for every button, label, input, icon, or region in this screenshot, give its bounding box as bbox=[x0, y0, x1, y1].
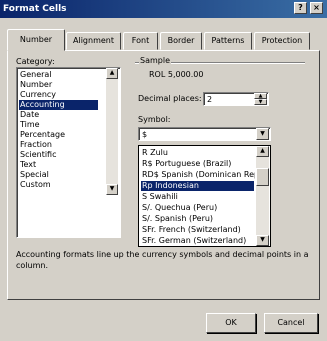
decimal-places-label: Decimal places: bbox=[138, 94, 202, 103]
tab-font-label: Font bbox=[131, 36, 150, 45]
tab-protection[interactable]: Protection bbox=[254, 32, 310, 50]
cancel-label: Cancel bbox=[277, 318, 305, 327]
list-item[interactable]: SFr. German (Switzerland) bbox=[141, 236, 246, 246]
tab-font[interactable]: Font bbox=[123, 32, 158, 50]
list-item[interactable]: General bbox=[19, 70, 52, 80]
help-button[interactable]: ? bbox=[294, 2, 307, 14]
tab-border-label: Border bbox=[167, 36, 195, 45]
scroll-thumb[interactable] bbox=[256, 168, 269, 186]
list-item[interactable]: Text bbox=[19, 160, 36, 170]
list-item[interactable]: Currency bbox=[19, 90, 56, 100]
format-cells-dialog: Format Cells ? × Number Alignment Font B… bbox=[0, 0, 327, 341]
tab-protection-label: Protection bbox=[261, 36, 303, 45]
symbol-label: Symbol: bbox=[138, 115, 171, 124]
list-item[interactable]: RD$ Spanish (Dominican Repub bbox=[141, 170, 255, 180]
close-icon: × bbox=[313, 3, 320, 12]
list-item[interactable]: Custom bbox=[19, 180, 51, 190]
format-description: Accounting formats line up the currency … bbox=[16, 250, 309, 270]
tab-number-label: Number bbox=[19, 35, 53, 44]
scroll-down-icon[interactable]: ▼ bbox=[106, 184, 118, 195]
list-item-selected[interactable]: Rp Indonesian bbox=[141, 181, 254, 191]
symbol-dropdown-list[interactable]: R Zulu R$ Portuguese (Brazil) RD$ Spanis… bbox=[138, 145, 271, 247]
list-item[interactable]: R Zulu bbox=[141, 148, 168, 158]
tab-alignment-label: Alignment bbox=[73, 36, 114, 45]
sample-label: Sample bbox=[139, 56, 171, 65]
decimal-places-input[interactable]: 2 ▲ ▼ bbox=[203, 92, 269, 106]
list-item[interactable]: R$ Portuguese (Brazil) bbox=[141, 159, 231, 169]
list-item[interactable]: Percentage bbox=[19, 130, 65, 140]
scroll-up-icon[interactable]: ▲ bbox=[256, 146, 269, 157]
list-item[interactable]: Fraction bbox=[19, 140, 52, 150]
tab-alignment[interactable]: Alignment bbox=[66, 32, 121, 50]
symbol-value: $ bbox=[142, 130, 148, 139]
window-title: Format Cells bbox=[3, 4, 67, 14]
symbol-select[interactable]: $ ▼ bbox=[138, 127, 271, 141]
list-item[interactable]: Special bbox=[19, 170, 49, 180]
close-button[interactable]: × bbox=[310, 2, 323, 14]
tab-number[interactable]: Number bbox=[7, 29, 65, 51]
category-label: Category: bbox=[16, 57, 55, 66]
scroll-up-icon[interactable]: ▲ bbox=[106, 68, 118, 79]
symbol-scrollbar[interactable]: ▲ ▼ bbox=[256, 146, 269, 246]
category-scrollbar[interactable]: ▲ ▼ bbox=[106, 68, 118, 195]
sample-value: ROL 5,000.00 bbox=[149, 70, 204, 79]
list-item[interactable]: Number bbox=[19, 80, 52, 90]
help-icon: ? bbox=[298, 3, 303, 12]
tab-patterns-label: Patterns bbox=[211, 36, 245, 45]
list-item[interactable]: S/. Quechua (Peru) bbox=[141, 203, 217, 213]
category-list[interactable]: General Number Currency Accounting Date … bbox=[16, 67, 121, 238]
title-bar: Format Cells bbox=[0, 0, 327, 18]
list-item[interactable]: Scientific bbox=[19, 150, 57, 160]
cancel-button[interactable]: Cancel bbox=[264, 313, 318, 333]
tab-patterns[interactable]: Patterns bbox=[204, 32, 252, 50]
ok-label: OK bbox=[225, 318, 237, 327]
list-item-selected[interactable]: Accounting bbox=[19, 100, 98, 110]
list-item[interactable]: S Swahili bbox=[141, 192, 178, 202]
decimal-places-value: 2 bbox=[207, 95, 213, 104]
chevron-down-icon[interactable]: ▼ bbox=[256, 128, 269, 140]
tab-border[interactable]: Border bbox=[160, 32, 202, 50]
list-item[interactable]: S/. Spanish (Peru) bbox=[141, 214, 213, 224]
scroll-down-icon[interactable]: ▼ bbox=[256, 235, 269, 246]
ok-button[interactable]: OK bbox=[206, 313, 256, 333]
list-item[interactable]: SFr. French (Switzerland) bbox=[141, 225, 241, 235]
list-item[interactable]: Time bbox=[19, 120, 40, 130]
spin-down-icon[interactable]: ▼ bbox=[254, 99, 267, 105]
list-item[interactable]: Date bbox=[19, 110, 39, 120]
